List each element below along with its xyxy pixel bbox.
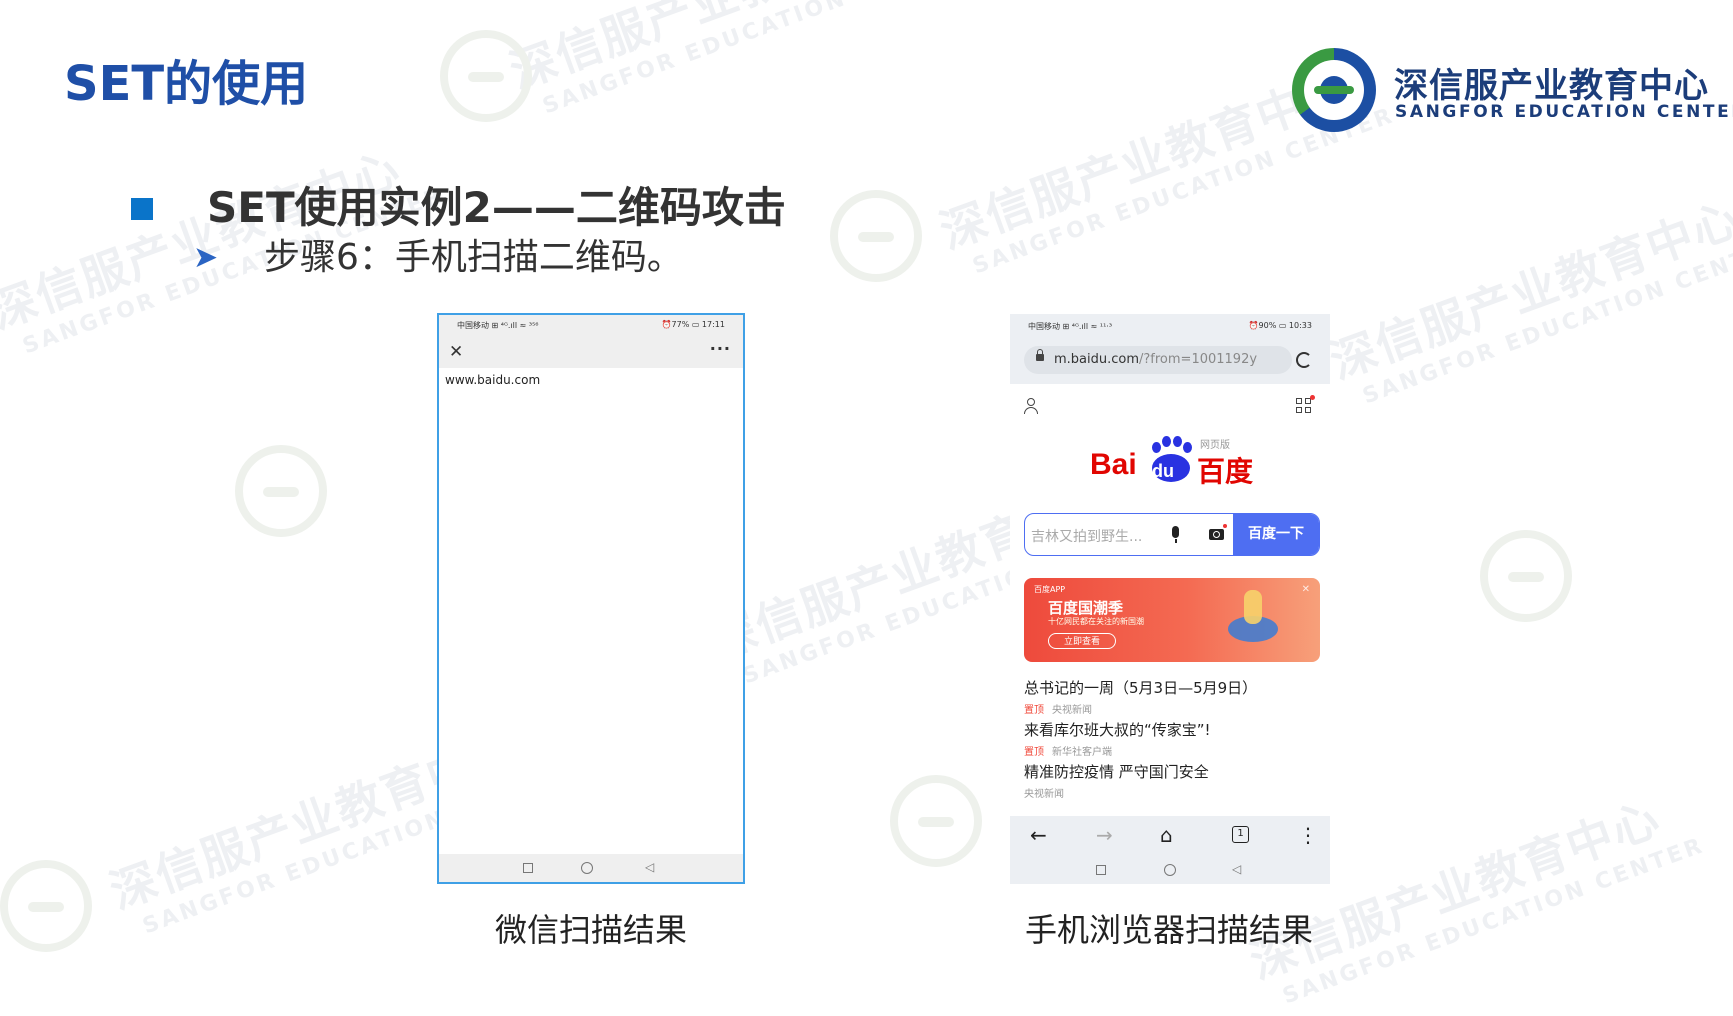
search-button[interactable]: 百度一下 xyxy=(1233,514,1319,555)
news-item[interactable]: 总书记的一周（5月3日—5月9日） 置顶 央视新闻 xyxy=(1024,677,1324,716)
url-host: m.baidu.com xyxy=(1054,352,1140,367)
baidu-logo: Bai du 百度 网页版 xyxy=(1090,436,1260,488)
news-title: 精准防控疫情 严守国门安全 xyxy=(1024,763,1209,781)
watermark-logo-icon xyxy=(0,860,92,952)
system-nav-bar: ◁ xyxy=(1010,856,1330,884)
search-box[interactable]: 吉林又拍到野生... 百度一下 xyxy=(1024,513,1320,556)
banner-tag: 百度APP xyxy=(1034,585,1066,594)
address-bar[interactable]: m.baidu.com/?from=1001192y xyxy=(1024,346,1292,374)
scanned-url-text: www.baidu.com xyxy=(445,373,541,387)
close-icon[interactable]: ✕ xyxy=(1302,584,1310,595)
recents-icon[interactable] xyxy=(523,863,533,873)
notification-dot xyxy=(1223,524,1227,528)
wechat-caption: 微信扫描结果 xyxy=(495,911,688,949)
forward-arrow-icon[interactable]: → xyxy=(1096,825,1113,845)
wechat-nav-bar: ✕ ··· xyxy=(439,336,743,368)
brand: 深信服产业教育中心 SANGFOR EDUCATION CENTER xyxy=(1292,48,1733,138)
status-bar: 中国移动 ⊞ ⁴ᴳ.ıll ≈ ³⁵⁶ ⏰77% ▭ 17:11 xyxy=(439,315,743,336)
news-title: 来看库尔班大叔的“传家宝”! xyxy=(1024,721,1211,739)
menu-dots-icon[interactable]: ⋮ xyxy=(1298,825,1318,845)
page-title: SET的使用 xyxy=(64,56,309,112)
status-left: 中国移动 ⊞ ⁴ᴳ.ıll ≈ ³⁵⁶ xyxy=(457,321,539,330)
watermark-logo-icon xyxy=(830,190,922,282)
camera-icon[interactable] xyxy=(1209,529,1224,540)
back-triangle-icon[interactable]: ◁ xyxy=(645,861,654,873)
apps-grid-icon[interactable] xyxy=(1296,395,1315,414)
baidu-logo-latin: Bai xyxy=(1090,448,1137,481)
status-left: 中国移动 ⊞ ⁴ᴳ.ıll ≈ ¹¹·³ xyxy=(1028,322,1113,331)
news-item[interactable]: 精准防控疫情 严守国门安全 央视新闻 xyxy=(1024,761,1324,800)
brand-name-cn: 深信服产业教育中心 xyxy=(1394,66,1709,106)
microphone-icon[interactable] xyxy=(1172,526,1179,543)
browser-caption: 手机浏览器扫描结果 xyxy=(1025,911,1314,949)
arrow-bullet-icon: ➤ xyxy=(193,240,219,275)
banner-illustration xyxy=(1222,586,1282,656)
baidu-logo-du: du xyxy=(1152,461,1174,481)
more-icon[interactable]: ··· xyxy=(710,339,731,358)
url-query: /?from=1001192y xyxy=(1139,352,1258,367)
bullet-square-icon xyxy=(131,198,153,220)
back-triangle-icon[interactable]: ◁ xyxy=(1232,863,1241,875)
tabs-icon[interactable]: 1 xyxy=(1232,826,1249,843)
browser-toolbar: ← → ⌂ 1 ⋮ xyxy=(1010,816,1330,856)
news-source: 央视新闻 xyxy=(1024,789,1064,800)
search-placeholder: 吉林又拍到野生... xyxy=(1031,529,1143,545)
section-heading: SET使用实例2——二维码攻击 xyxy=(207,183,786,232)
banner-button[interactable]: 立即查看 xyxy=(1048,633,1116,649)
close-icon[interactable]: ✕ xyxy=(449,342,463,362)
carousel-dots xyxy=(1170,652,1200,655)
lock-icon xyxy=(1036,349,1044,361)
news-source: 新华社客户端 xyxy=(1052,747,1112,758)
browser-screenshot: 中国移动 ⊞ ⁴ᴳ.ıll ≈ ¹¹·³ ⏰90% ▭ 10:33 m.baid… xyxy=(1010,314,1330,884)
home-circle-icon[interactable] xyxy=(1164,864,1176,876)
news-title: 总书记的一周（5月3日—5月9日） xyxy=(1024,679,1258,697)
news-source: 央视新闻 xyxy=(1052,705,1092,716)
recents-icon[interactable] xyxy=(1096,865,1106,875)
brand-name-en: SANGFOR EDUCATION CENTER xyxy=(1395,102,1733,122)
watermark-logo-icon xyxy=(890,775,982,867)
brand-logo-icon xyxy=(1292,48,1376,132)
home-icon[interactable]: ⌂ xyxy=(1160,825,1173,845)
step-text: 步骤6：手机扫描二维码。 xyxy=(264,237,683,278)
baidu-logo-cn: 百度 xyxy=(1197,455,1254,488)
back-arrow-icon[interactable]: ← xyxy=(1030,825,1047,845)
baidu-logo-web: 网页版 xyxy=(1200,440,1230,451)
watermark: 深信服产业教育中心SANGFOR EDUCATION CENTER xyxy=(1323,190,1733,410)
promo-banner[interactable]: 百度APP 百度国潮季 十亿网民都在关注的新国潮 立即查看 ✕ xyxy=(1024,578,1320,662)
wechat-screenshot: 中国移动 ⊞ ⁴ᴳ.ıll ≈ ³⁵⁶ ⏰77% ▭ 17:11 ✕ ··· w… xyxy=(437,313,745,884)
news-tag: 置顶 xyxy=(1024,705,1044,716)
refresh-icon[interactable] xyxy=(1296,352,1312,368)
user-icon[interactable] xyxy=(1024,398,1038,414)
status-bar: 中国移动 ⊞ ⁴ᴳ.ıll ≈ ¹¹·³ ⏰90% ▭ 10:33 xyxy=(1010,314,1330,336)
banner-title: 百度国潮季 xyxy=(1048,599,1124,617)
watermark-logo-icon xyxy=(440,30,532,122)
browser-top-bar: 中国移动 ⊞ ⁴ᴳ.ıll ≈ ¹¹·³ ⏰90% ▭ 10:33 m.baid… xyxy=(1010,314,1330,384)
banner-subtitle: 十亿网民都在关注的新国潮 xyxy=(1048,617,1144,626)
home-circle-icon[interactable] xyxy=(581,862,593,874)
news-tag: 置顶 xyxy=(1024,747,1044,758)
watermark: 深信服产业教育中心SANGFOR EDUCATION CENTER xyxy=(503,0,968,120)
status-right: ⏰77% ▭ 17:11 xyxy=(661,320,725,329)
watermark-logo-icon xyxy=(235,445,327,537)
news-item[interactable]: 来看库尔班大叔的“传家宝”! 置顶 新华社客户端 xyxy=(1024,719,1324,758)
status-right: ⏰90% ▭ 10:33 xyxy=(1248,321,1312,330)
system-nav-bar: ◁ xyxy=(439,854,743,882)
watermark-logo-icon xyxy=(1480,530,1572,622)
